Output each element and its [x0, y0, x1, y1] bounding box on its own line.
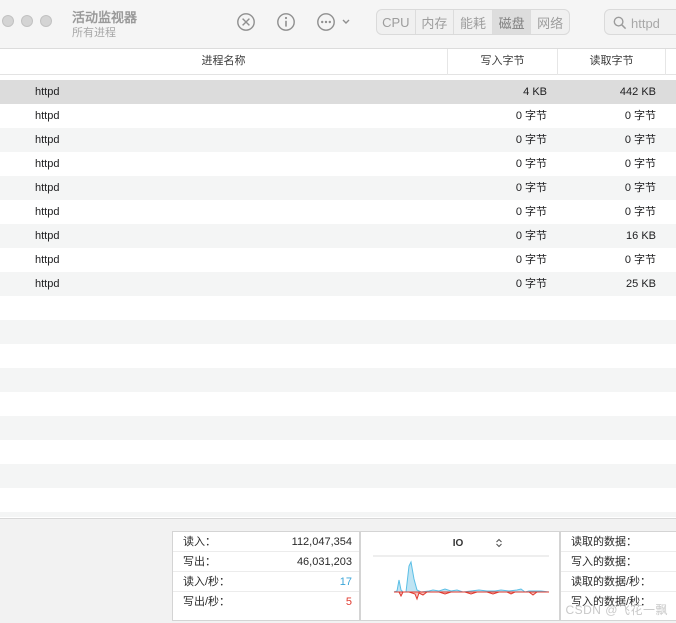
search-field[interactable] — [604, 9, 676, 35]
cell-bytes-written: 0 字节 — [515, 206, 547, 218]
cell-bytes-read: 0 字节 — [624, 182, 656, 194]
empty-row — [0, 464, 676, 488]
search-input[interactable] — [631, 14, 676, 32]
empty-row — [0, 440, 676, 464]
stat-value: 17 — [339, 576, 352, 588]
table-row[interactable]: httpd 4 KB 442 KB — [0, 80, 676, 104]
tab-memory[interactable]: 内存 — [416, 10, 455, 34]
cell-process-name: httpd — [35, 182, 60, 194]
close-window-button[interactable] — [2, 15, 14, 27]
stat-row-written: 写出： 46,031,203 — [173, 552, 359, 572]
view-tabs: CPU 内存 能耗 磁盘 网络 — [376, 9, 570, 35]
stat-label: 读入： — [183, 536, 216, 548]
stat-label: 读取的数据： — [571, 536, 637, 548]
minimize-window-button[interactable] — [21, 15, 33, 27]
cell-bytes-read: 0 字节 — [624, 254, 656, 266]
cell-process-name: httpd — [35, 254, 60, 266]
cell-bytes-read: 25 KB — [626, 278, 656, 290]
empty-row — [0, 344, 676, 368]
column-header-bytes-read[interactable]: 读取字节 — [558, 49, 666, 75]
stat-label: 读取的数据/秒： — [571, 576, 652, 588]
table-row[interactable]: httpd 0 字节 0 字节 — [0, 128, 676, 152]
cell-bytes-read: 0 字节 — [624, 110, 656, 122]
cell-bytes-written: 0 字节 — [515, 278, 547, 290]
stat-label: 读入/秒： — [183, 576, 231, 588]
stat-label: 写出： — [183, 556, 216, 568]
cell-process-name: httpd — [35, 134, 60, 146]
empty-row — [0, 416, 676, 440]
info-icon[interactable] — [276, 12, 296, 32]
cell-bytes-read: 0 字节 — [624, 206, 656, 218]
stat-label: 写入的数据： — [571, 556, 637, 568]
cell-bytes-written: 0 字节 — [515, 182, 547, 194]
data-row-read-per-sec: 读取的数据/秒： — [561, 572, 676, 592]
stat-label: 写出/秒： — [183, 596, 231, 608]
empty-row — [0, 368, 676, 392]
stat-value: 112,047,354 — [291, 536, 352, 548]
io-chart — [373, 555, 550, 601]
tab-cpu[interactable]: CPU — [377, 10, 416, 34]
tab-energy[interactable]: 能耗 — [454, 10, 493, 34]
cell-bytes-read: 0 字节 — [624, 158, 656, 170]
empty-row — [0, 320, 676, 344]
empty-row — [0, 296, 676, 320]
stat-row-read-per-sec: 读入/秒： 17 — [173, 572, 359, 592]
cell-bytes-written: 0 字节 — [515, 134, 547, 146]
cell-process-name: httpd — [35, 158, 60, 170]
data-row-read: 读取的数据： — [561, 532, 676, 552]
table-row[interactable]: httpd 0 字节 0 字节 — [0, 176, 676, 200]
cell-bytes-written: 0 字节 — [515, 158, 547, 170]
cell-process-name: httpd — [35, 206, 60, 218]
toolbar: 活动监视器 所有进程 CPU 内存 能耗 磁盘 网络 — [0, 0, 676, 49]
table-header: 进程名称 写入字节 读取字节 — [0, 49, 676, 75]
zoom-window-button[interactable] — [40, 15, 52, 27]
stat-row-written-per-sec: 写出/秒： 5 — [173, 592, 359, 612]
cell-bytes-read: 442 KB — [619, 86, 656, 98]
write-activity-area — [394, 591, 549, 601]
cell-process-name: httpd — [35, 86, 60, 98]
stop-process-icon[interactable] — [236, 12, 256, 32]
cell-bytes-written: 0 字节 — [515, 254, 547, 266]
empty-row — [0, 488, 676, 512]
table-row[interactable]: httpd 0 字节 0 字节 — [0, 104, 676, 128]
empty-row — [0, 512, 676, 517]
cell-process-name: httpd — [35, 110, 60, 122]
tab-network[interactable]: 网络 — [531, 10, 569, 34]
read-activity-area — [393, 560, 550, 593]
cell-bytes-written: 0 字节 — [515, 230, 547, 242]
disk-stats-panel: 读入： 112,047,354 写出： 46,031,203 读入/秒： 17 … — [0, 518, 676, 623]
search-icon — [613, 16, 627, 30]
stat-row-read: 读入： 112,047,354 — [173, 532, 359, 552]
table-row[interactable]: httpd 0 字节 0 字节 — [0, 200, 676, 224]
tab-disk[interactable]: 磁盘 — [492, 10, 532, 34]
io-chart-box: IO — [360, 531, 560, 621]
cell-bytes-written: 4 KB — [523, 86, 547, 98]
data-row-written: 写入的数据： — [561, 552, 676, 572]
cell-process-name: httpd — [35, 230, 60, 242]
cell-bytes-read: 0 字节 — [624, 134, 656, 146]
more-actions-icon[interactable] — [316, 12, 354, 32]
table-row[interactable]: httpd 0 字节 16 KB — [0, 224, 676, 248]
cell-bytes-read: 16 KB — [626, 230, 656, 242]
table-row[interactable]: httpd 0 字节 25 KB — [0, 272, 676, 296]
table-row[interactable]: httpd 0 字节 0 字节 — [0, 248, 676, 272]
process-table: httpd 4 KB 442 KB httpd 0 字节 0 字节 httpd … — [0, 80, 676, 517]
stat-value: 46,031,203 — [296, 556, 352, 568]
window-subtitle: 所有进程 — [72, 27, 116, 39]
column-header-process-name[interactable]: 进程名称 — [0, 49, 448, 75]
table-row[interactable]: httpd 0 字节 0 字节 — [0, 152, 676, 176]
stat-value: 5 — [345, 596, 352, 608]
column-header-bytes-written[interactable]: 写入字节 — [448, 49, 558, 75]
cell-process-name: httpd — [35, 278, 60, 290]
empty-row — [0, 392, 676, 416]
watermark: CSDN @飞花一飘 — [565, 603, 668, 617]
cell-bytes-written: 0 字节 — [515, 110, 547, 122]
io-totals-box: 读入： 112,047,354 写出： 46,031,203 读入/秒： 17 … — [172, 531, 360, 621]
